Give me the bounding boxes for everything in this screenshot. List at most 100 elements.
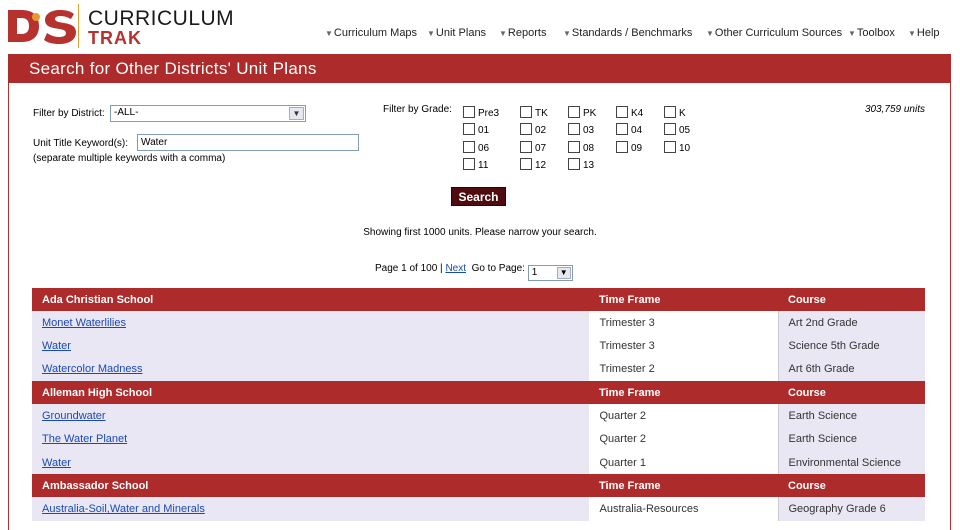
course-cell: Earth Science (777, 427, 925, 451)
grade-checkbox-07[interactable]: 07 (520, 141, 546, 154)
checkbox-icon (520, 141, 532, 153)
checkbox-icon (463, 123, 475, 135)
nav-reports[interactable]: ▼Reports (499, 27, 546, 39)
grade-checkbox-03[interactable]: 03 (568, 123, 594, 136)
unit-title-cell: Australia-Soil,Water and Minerals (32, 497, 590, 521)
unit-title-link[interactable]: Groundwater (42, 410, 106, 422)
grade-checkbox-13[interactable]: 13 (568, 158, 594, 171)
grade-label: 05 (679, 125, 691, 136)
timeframe-cell: Trimester 3 (589, 334, 778, 358)
search-button[interactable]: Search (451, 187, 506, 206)
checkbox-icon (520, 158, 532, 170)
checkbox-icon (568, 123, 580, 135)
school-name: Ada Christian School (32, 288, 589, 311)
nav-toolbox[interactable]: ▼Toolbox (848, 27, 895, 39)
dropdown-caret-icon: ▼ (706, 29, 714, 38)
school-header-row: Ada Christian School Time Frame Course (32, 288, 925, 311)
table-row: Watercolor Madness Trimester 2 Art 6th G… (32, 357, 925, 382)
nav-unit-plans[interactable]: ▼Unit Plans (427, 27, 486, 39)
checkbox-icon (463, 141, 475, 153)
timeframe-header: Time Frame (589, 381, 778, 405)
timeframe-cell: Quarter 2 (589, 427, 778, 451)
district-select[interactable]: -ALL- ▼ (110, 105, 306, 122)
checkbox-icon (616, 123, 628, 135)
course-header: Course (778, 381, 925, 405)
course-cell: Geography Grade 6 (777, 497, 925, 521)
table-row: Australia-Soil,Water and Minerals Austra… (32, 497, 925, 521)
table-row: The Water Planet Quarter 2 Earth Science (32, 427, 925, 451)
grade-checkbox-05[interactable]: 05 (664, 123, 690, 136)
dropdown-caret-icon: ▼ (427, 29, 435, 38)
unit-title-cell: Monet Waterlilies (32, 311, 590, 335)
results-notice: Showing first 1000 units. Please narrow … (363, 227, 597, 238)
grade-checkbox-10[interactable]: 10 (664, 141, 690, 154)
grade-label: 04 (631, 125, 643, 136)
goto-page-label: Go to Page: (471, 263, 525, 274)
ds-logo-icon[interactable] (6, 6, 78, 46)
checkbox-icon (616, 106, 628, 118)
nav-curriculum-maps[interactable]: ▼Curriculum Maps (325, 27, 417, 39)
grade-checkbox-pk[interactable]: PK (568, 106, 596, 119)
unit-title-cell: The Water Planet (32, 427, 590, 451)
grade-label: 03 (583, 125, 595, 136)
unit-title-link[interactable]: Water (42, 457, 71, 469)
grade-checkbox-pre3[interactable]: Pre3 (463, 106, 499, 119)
page-title: Search for Other Districts' Unit Plans (29, 59, 317, 78)
units-count: 303,759 units (864, 104, 925, 115)
grade-checkbox-06[interactable]: 06 (463, 141, 489, 154)
goto-page-select[interactable]: 1 ▼ (527, 265, 573, 281)
page-title-bar: Search for Other Districts' Unit Plans (8, 54, 951, 83)
table-row: Water Quarter 1 Environmental Science (32, 450, 925, 475)
page-indicator: Page 1 of 100 | (375, 263, 443, 274)
unit-title-cell: Groundwater (32, 404, 590, 428)
grade-checkbox-k[interactable]: K (664, 106, 686, 119)
unit-title-link[interactable]: The Water Planet (42, 433, 127, 445)
grade-label: 08 (583, 143, 595, 154)
unit-title-link[interactable]: Australia-Soil,Water and Minerals (42, 503, 205, 515)
grade-label: K (679, 108, 686, 119)
grade-label: 12 (535, 160, 547, 171)
unit-title-link[interactable]: Monet Waterlilies (42, 317, 126, 329)
nav-help[interactable]: ▼Help (908, 27, 940, 39)
course-cell: Art 2nd Grade (777, 311, 925, 335)
dropdown-caret-icon: ▼ (499, 29, 507, 38)
brand-name: CURRICULUM TRAK (88, 8, 234, 47)
unit-title-link[interactable]: Water (42, 340, 71, 352)
nav-label: Unit Plans (435, 27, 487, 39)
grade-label: 02 (535, 125, 547, 136)
logo-divider (78, 4, 79, 48)
goto-page-value: 1 (531, 267, 538, 278)
brand-bottom-text: TRAK (88, 28, 142, 48)
nav-standards-benchmarks[interactable]: ▼Standards / Benchmarks (563, 27, 692, 39)
grade-label: 06 (478, 143, 490, 154)
grade-checkbox-04[interactable]: 04 (616, 123, 642, 136)
nav-other-curriculum-sources[interactable]: ▼Other Curriculum Sources (706, 27, 842, 39)
checkbox-icon (664, 123, 676, 135)
dropdown-caret-icon: ▼ (848, 29, 856, 38)
unit-title-link[interactable]: Watercolor Madness (42, 363, 142, 375)
next-page-link[interactable]: Next (445, 263, 466, 274)
course-cell: Art 6th Grade (777, 357, 925, 382)
unit-title-cell: Watercolor Madness (32, 357, 590, 382)
checkbox-icon (463, 106, 475, 118)
timeframe-cell: Trimester 2 (589, 357, 778, 382)
nav-label: Toolbox (856, 27, 895, 39)
grade-checkbox-12[interactable]: 12 (520, 158, 546, 171)
dropdown-caret-icon: ▼ (325, 29, 333, 38)
grade-checkbox-08[interactable]: 08 (568, 141, 594, 154)
grade-checkbox-01[interactable]: 01 (463, 123, 489, 136)
grade-label: 01 (478, 125, 490, 136)
grade-checkbox-09[interactable]: 09 (616, 141, 642, 154)
nav-label: Standards / Benchmarks (571, 27, 693, 39)
checkbox-icon (520, 123, 532, 135)
grade-checkbox-tk[interactable]: TK (520, 106, 548, 119)
results-table: Ada Christian School Time Frame Course M… (32, 288, 925, 521)
grade-checkbox-02[interactable]: 02 (520, 123, 546, 136)
grade-checkbox-11[interactable]: 11 (463, 158, 488, 171)
keyword-hint: (separate multiple keywords with a comma… (33, 153, 226, 164)
unit-title-cell: Water (32, 450, 590, 475)
nav-label: Other Curriculum Sources (714, 27, 843, 39)
grade-checkbox-k4[interactable]: K4 (616, 106, 643, 119)
keyword-input[interactable] (137, 134, 359, 151)
district-select-value: -ALL- (114, 107, 139, 118)
